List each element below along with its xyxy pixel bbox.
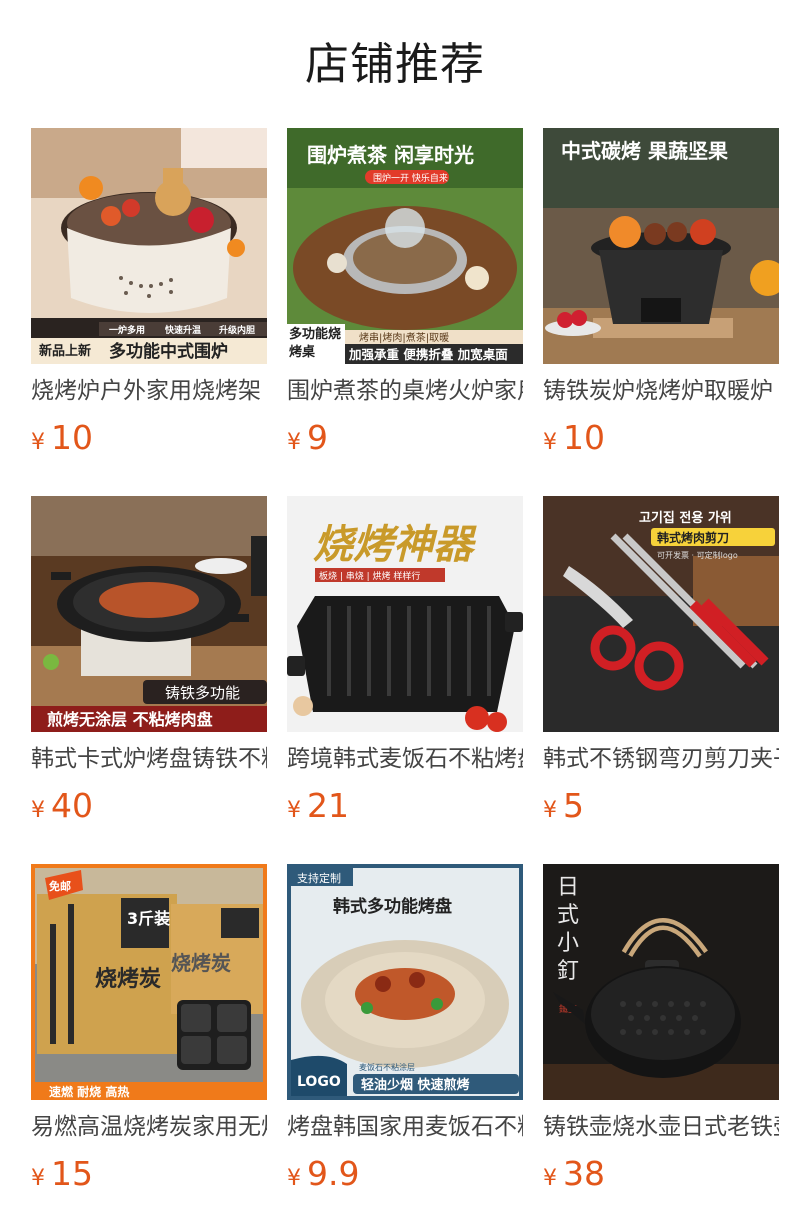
product-image[interactable]: 고기집 전용 가위 韩式烤肉剪刀 可开发票 · 可定制logo [543,496,779,732]
image-banner-text: 加强承重 便携折叠 加宽桌面 [348,347,508,362]
image-badge-text: 可开发票 · 可定制logo [657,550,738,560]
image-subline: 围炉一开 快乐自来 [373,172,448,184]
product-image-grill-plate: 烧烤神器 板烧 | 串烧 | 烘烤 样样行 [287,496,523,732]
currency-symbol: ¥ [543,1166,557,1191]
product-name[interactable]: 韩式不锈钢弯刃剪刀夹子 [543,742,779,776]
product-image-grill-pot: 一炉多用 快速升温 升级内胆 新品上新 多功能中式围炉 [31,128,267,364]
product-price: ¥9.9 [287,1152,359,1196]
product-name[interactable]: 跨境韩式麦饭石不粘烤盘 [287,742,523,776]
page-title: 店铺推荐 [305,39,485,90]
product-price: ¥15 [31,1152,93,1196]
image-badge-text: 烧烤炭 [95,966,161,992]
product-price: ¥5 [543,784,584,828]
price-value: 9.9 [307,1154,360,1193]
product-image-scissors: 고기집 전용 가위 韩式烤肉剪刀 可开发票 · 可定制logo [543,496,779,732]
price-value: 38 [563,1154,605,1193]
product-name[interactable]: 烧烤炉户外家用烧烤架 [31,374,267,408]
image-headline: 烧烤神器 [313,522,477,568]
image-subline: 3斤装 [127,909,170,928]
product-image-stone-pan: 支持定制 韩式多功能烤盘 LOGO 麦饭石不粘涂层 轻油少烟 快速煎烤 [287,864,523,1100]
image-banner-text: 轻油少烟 快速煎烤 [361,1077,470,1093]
product-image[interactable]: 3斤装 烧烤炭 烧烤炭 免邮 速燃 耐烧 高热 [31,864,267,1100]
price-value: 10 [563,418,605,457]
product-price: ¥40 [31,784,93,828]
price-value: 15 [51,1154,93,1193]
currency-symbol: ¥ [287,430,301,455]
currency-symbol: ¥ [543,798,557,823]
image-badge-text: 新品上新 [39,343,91,359]
image-banner-text: 多功能中式围炉 [109,341,228,362]
image-headline: 고기집 전용 가위 [639,510,732,526]
product-name[interactable]: 韩式卡式炉烤盘铸铁不粘 [31,742,267,776]
image-badge: 免邮 [49,879,71,893]
product-name[interactable]: 铸铁炭炉烧烤炉取暖炉 [543,374,779,408]
image-headline: 日式小釘 [557,875,580,984]
image-headline: 韩式多功能烤盘 [333,896,452,917]
product-price: ¥21 [287,784,349,828]
image-banner-text: 速燃 耐烧 高热 [49,1084,129,1099]
image-badge: 支持定制 [297,871,341,885]
currency-symbol: ¥ [287,1166,301,1191]
product-image[interactable]: 围炉煮茶 闲享时光 围炉一开 快乐自来 多功能烧烤桌 烤串|烤肉|煮茶|取暖 加… [287,128,523,364]
currency-symbol: ¥ [287,798,301,823]
currency-symbol: ¥ [31,430,45,455]
product-name[interactable]: 围炉煮茶的桌烤火炉家用 [287,374,523,408]
product-image[interactable]: 铸铁多功能 煎烤无涂层 不粘烤肉盘 [31,496,267,732]
product-price: ¥10 [543,416,605,460]
product-image-charcoal-stove: 中式碳烤 果蔬坚果 [543,128,779,364]
product-price: ¥9 [287,416,328,460]
price-value: 40 [51,786,93,825]
currency-symbol: ¥ [31,798,45,823]
product-price: ¥10 [31,416,93,460]
chip-label: 快速升温 [165,324,201,336]
image-headline: 围炉煮茶 闲享时光 [307,143,474,167]
product-image-charcoal: 3斤装 烧烤炭 烧烤炭 免邮 速燃 耐烧 高热 [31,864,267,1100]
price-value: 9 [307,418,328,457]
product-name[interactable]: 烤盘韩国家用麦饭石不粘 [287,1110,523,1144]
price-value: 21 [307,786,349,825]
product-image[interactable]: 中式碳烤 果蔬坚果 [543,128,779,364]
currency-symbol: ¥ [543,430,557,455]
image-logo-text: LOGO [297,1074,341,1090]
image-headline: 中式碳烤 果蔬坚果 [561,139,728,163]
product-image-iron-teapot: 日式小釘 鐵壺 [543,864,779,1100]
product-image[interactable]: 烧烤神器 板烧 | 串烧 | 烘烤 样样行 [287,496,523,732]
image-badge-text: 多功能烧烤桌 [289,327,342,360]
price-value: 5 [563,786,584,825]
product-image[interactable]: 一炉多用 快速升温 升级内胆 新品上新 多功能中式围炉 [31,128,267,364]
product-image-tea-table: 围炉煮茶 闲享时光 围炉一开 快乐自来 多功能烧烤桌 烤串|烤肉|煮茶|取暖 加… [287,128,523,364]
product-name[interactable]: 铸铁壶烧水壶日式老铁壶 [543,1110,779,1144]
image-banner-text: 煎烤无涂层 不粘烤肉盘 [47,710,213,729]
chip-label: 麦饭石不粘涂层 [359,1062,415,1072]
image-badge-text: 烧烤炭 [171,951,231,975]
image-subline: 板烧 | 串烧 | 烘烤 样样行 [319,570,420,582]
image-subline: 韩式烤肉剪刀 [657,530,729,545]
chip-label: 一炉多用 [109,324,145,336]
chip-label: 升级内胆 [219,324,255,336]
image-badge-text: 铸铁多功能 [165,684,240,702]
price-value: 10 [51,418,93,457]
product-name[interactable]: 易燃高温烧烤炭家用无烟 [31,1110,267,1144]
chip-label: 烤串|烤肉|煮茶|取暖 [359,331,449,344]
product-image[interactable]: 日式小釘 鐵壺 [543,864,779,1100]
currency-symbol: ¥ [31,1166,45,1191]
product-image[interactable]: 支持定制 韩式多功能烤盘 LOGO 麦饭石不粘涂层 轻油少烟 快速煎烤 [287,864,523,1100]
product-image-korean-pan: 铸铁多功能 煎烤无涂层 不粘烤肉盘 [31,496,267,732]
product-price: ¥38 [543,1152,605,1196]
